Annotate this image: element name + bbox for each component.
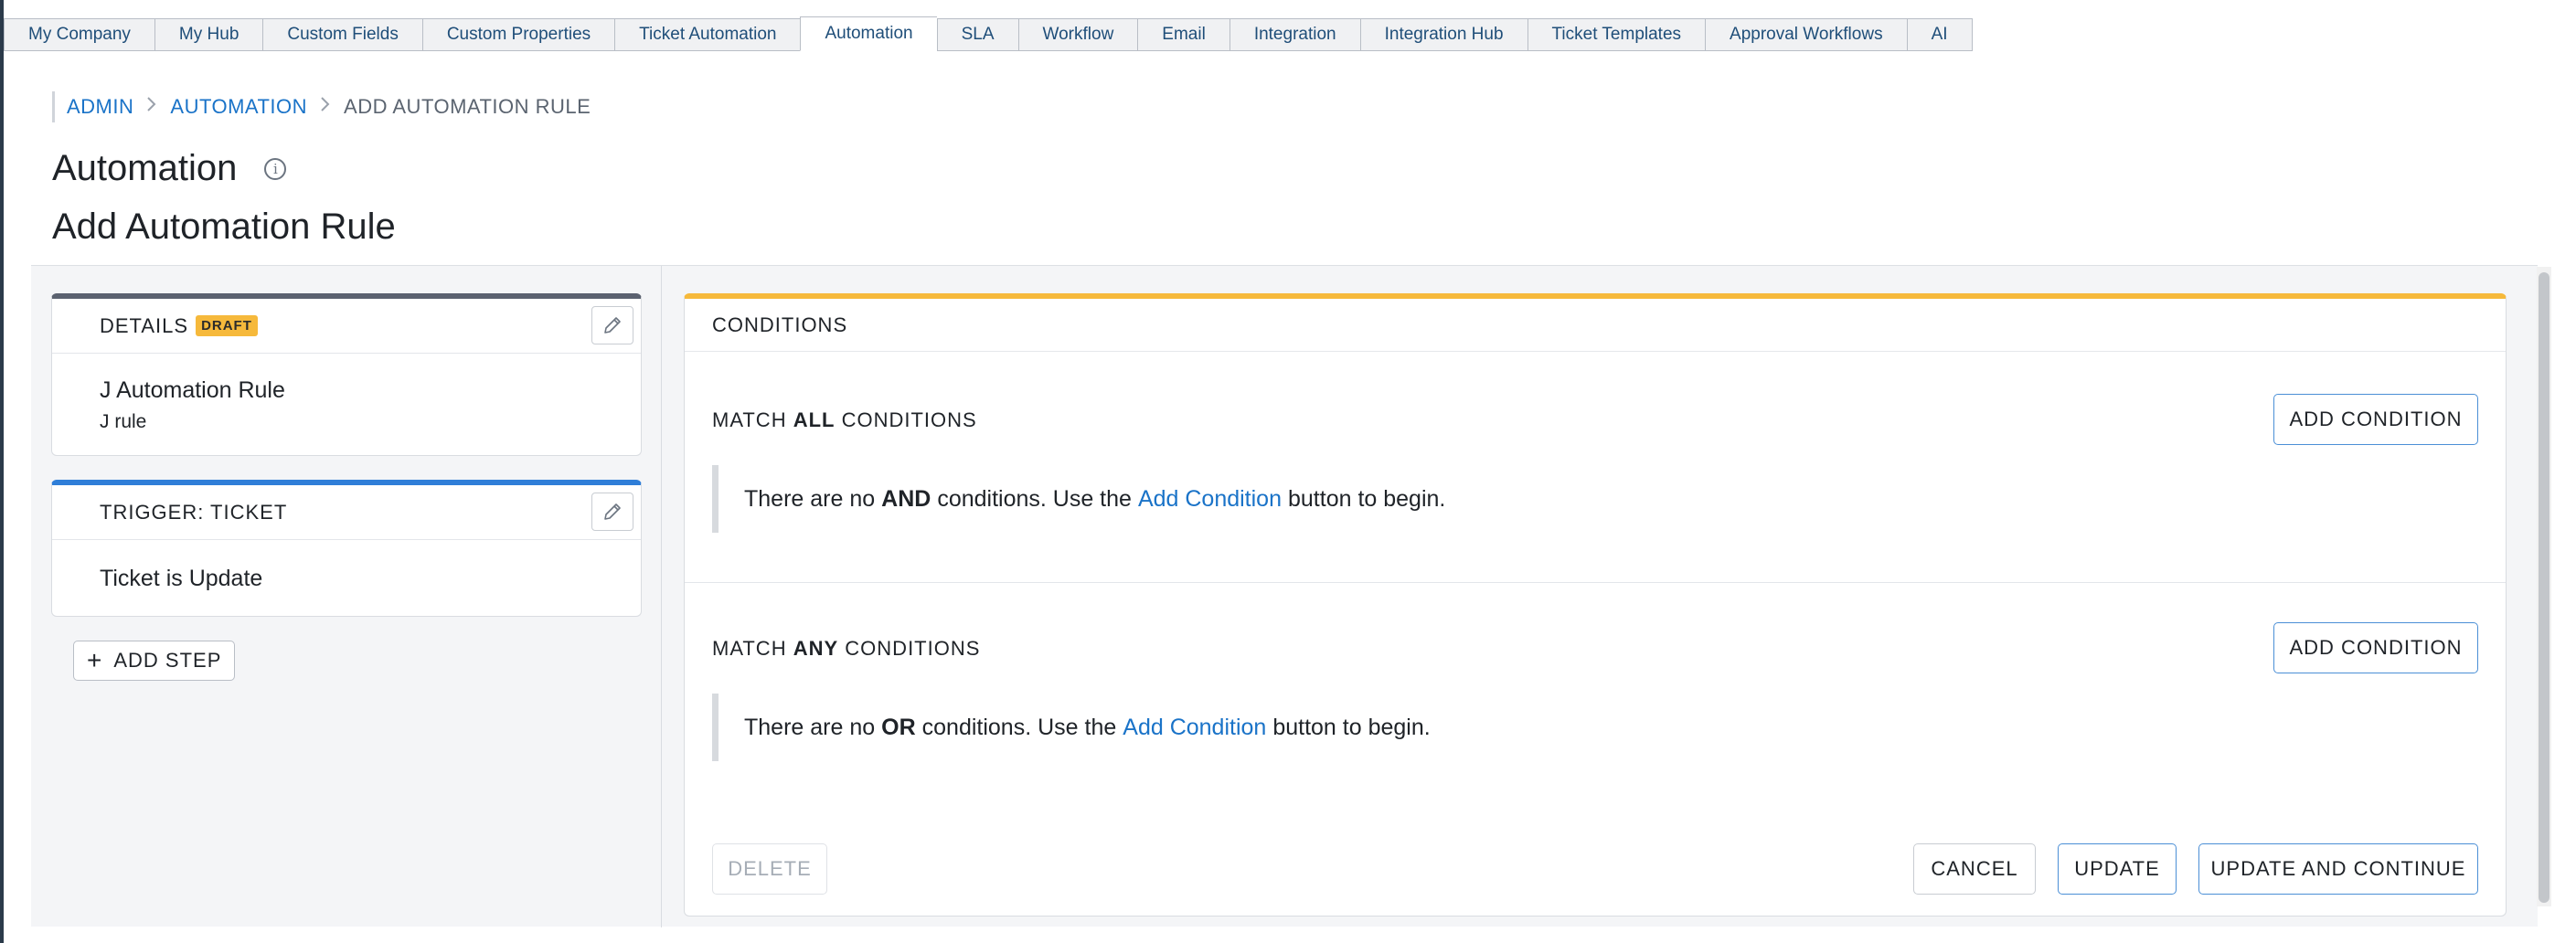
tab-custom-properties[interactable]: Custom Properties xyxy=(421,18,615,51)
scrollbar-thumb[interactable] xyxy=(2539,272,2549,903)
update-button[interactable]: UPDATE xyxy=(2058,843,2177,895)
trigger-card: TRIGGER: TICKET Ticket is Update xyxy=(51,480,642,617)
rule-description: J rule xyxy=(100,411,147,432)
breadcrumb-current: ADD AUTOMATION RULE xyxy=(344,95,591,118)
rule-editor: DETAILS DRAFT J Automation Rule J rule T… xyxy=(31,265,2538,927)
info-icon[interactable]: i xyxy=(264,157,287,180)
tab-my-company[interactable]: My Company xyxy=(4,18,154,51)
tab-custom-fields[interactable]: Custom Fields xyxy=(262,18,422,51)
match-all-label: MATCH ALL CONDITIONS xyxy=(712,408,977,432)
plus-icon: + xyxy=(87,646,103,674)
match-all-prefix: MATCH xyxy=(712,408,787,431)
delete-button[interactable]: DELETE xyxy=(712,843,827,895)
tab-approval-workflows[interactable]: Approval Workflows xyxy=(1705,18,1907,51)
edit-trigger-button[interactable] xyxy=(591,493,633,531)
add-any-condition-button[interactable]: ADD CONDITION xyxy=(2273,622,2478,673)
pencil-icon xyxy=(604,503,621,520)
steps-column: DETAILS DRAFT J Automation Rule J rule T… xyxy=(31,266,662,927)
pencil-icon xyxy=(604,317,621,334)
any-empty-pre: There are no xyxy=(744,714,876,740)
all-empty-pre: There are no xyxy=(744,485,876,512)
window-left-edge xyxy=(0,0,4,943)
rule-name: J Automation Rule xyxy=(100,377,285,403)
add-step-button[interactable]: + ADD STEP xyxy=(73,641,236,681)
tab-automation[interactable]: Automation xyxy=(800,16,937,51)
admin-tabs: My Company My Hub Custom Fields Custom P… xyxy=(4,16,1973,51)
any-conditions-empty-note: There are no OR conditions. Use the Add … xyxy=(712,694,2480,761)
any-empty-keyword: OR xyxy=(881,714,916,740)
add-condition-link[interactable]: Add Condition xyxy=(1123,715,1266,741)
chevron-right-icon xyxy=(146,96,157,118)
status-badge: DRAFT xyxy=(196,315,258,336)
breadcrumb-automation-link[interactable]: AUTOMATION xyxy=(170,95,307,119)
match-any-suffix: CONDITIONS xyxy=(845,637,981,660)
tab-ticket-automation[interactable]: Ticket Automation xyxy=(614,18,801,51)
tab-ai[interactable]: AI xyxy=(1906,18,1973,51)
all-empty-post: button to begin. xyxy=(1288,485,1446,512)
any-empty-mid: conditions. Use the xyxy=(921,714,1117,740)
update-and-continue-button[interactable]: UPDATE AND CONTINUE xyxy=(2198,843,2478,895)
trigger-heading: TRIGGER: TICKET xyxy=(100,500,288,524)
tab-integration[interactable]: Integration xyxy=(1229,18,1360,51)
tab-sla[interactable]: SLA xyxy=(936,18,1018,51)
page-title: Automation i xyxy=(52,148,287,189)
breadcrumb-admin-link[interactable]: ADMIN xyxy=(67,95,133,119)
match-all-emphasis: ALL xyxy=(793,408,836,431)
tab-integration-hub[interactable]: Integration Hub xyxy=(1359,18,1528,51)
details-card-header: DETAILS DRAFT xyxy=(52,299,641,354)
page-title-text: Automation xyxy=(52,148,238,188)
match-any-emphasis: ANY xyxy=(793,637,839,660)
breadcrumb: ADMIN AUTOMATION ADD AUTOMATION RULE xyxy=(52,91,591,122)
cancel-button[interactable]: CANCEL xyxy=(1913,843,2036,895)
section-divider xyxy=(685,582,2506,583)
tab-workflow[interactable]: Workflow xyxy=(1017,18,1138,51)
match-any-label: MATCH ANY CONDITIONS xyxy=(712,637,980,661)
add-step-label: ADD STEP xyxy=(113,649,222,672)
any-empty-post: button to begin. xyxy=(1272,714,1431,740)
add-condition-link[interactable]: Add Condition xyxy=(1138,486,1282,513)
tab-email[interactable]: Email xyxy=(1137,18,1229,51)
details-heading: DETAILS xyxy=(100,313,189,337)
match-any-prefix: MATCH xyxy=(712,637,787,660)
trigger-summary: Ticket is Update xyxy=(100,566,263,591)
edit-details-button[interactable] xyxy=(591,306,633,344)
details-card: DETAILS DRAFT J Automation Rule J rule xyxy=(51,293,642,456)
automation-page: My Company My Hub Custom Fields Custom P… xyxy=(0,0,2576,943)
tab-ticket-templates[interactable]: Ticket Templates xyxy=(1527,18,1706,51)
all-empty-mid: conditions. Use the xyxy=(937,485,1132,512)
conditions-heading: CONDITIONS xyxy=(685,299,2506,352)
page-subtitle: Add Automation Rule xyxy=(52,207,396,247)
details-body: J Automation Rule J rule xyxy=(52,354,641,433)
conditions-panel: CONDITIONS MATCH ALL CONDITIONS ADD COND… xyxy=(684,293,2507,917)
all-conditions-empty-note: There are no AND conditions. Use the Add… xyxy=(712,465,2480,533)
trigger-card-header: TRIGGER: TICKET xyxy=(52,485,641,540)
chevron-right-icon xyxy=(320,96,331,118)
tab-my-hub[interactable]: My Hub xyxy=(154,18,263,51)
add-all-condition-button[interactable]: ADD CONDITION xyxy=(2273,394,2478,445)
all-empty-keyword: AND xyxy=(881,485,931,512)
match-all-suffix: CONDITIONS xyxy=(841,408,977,431)
